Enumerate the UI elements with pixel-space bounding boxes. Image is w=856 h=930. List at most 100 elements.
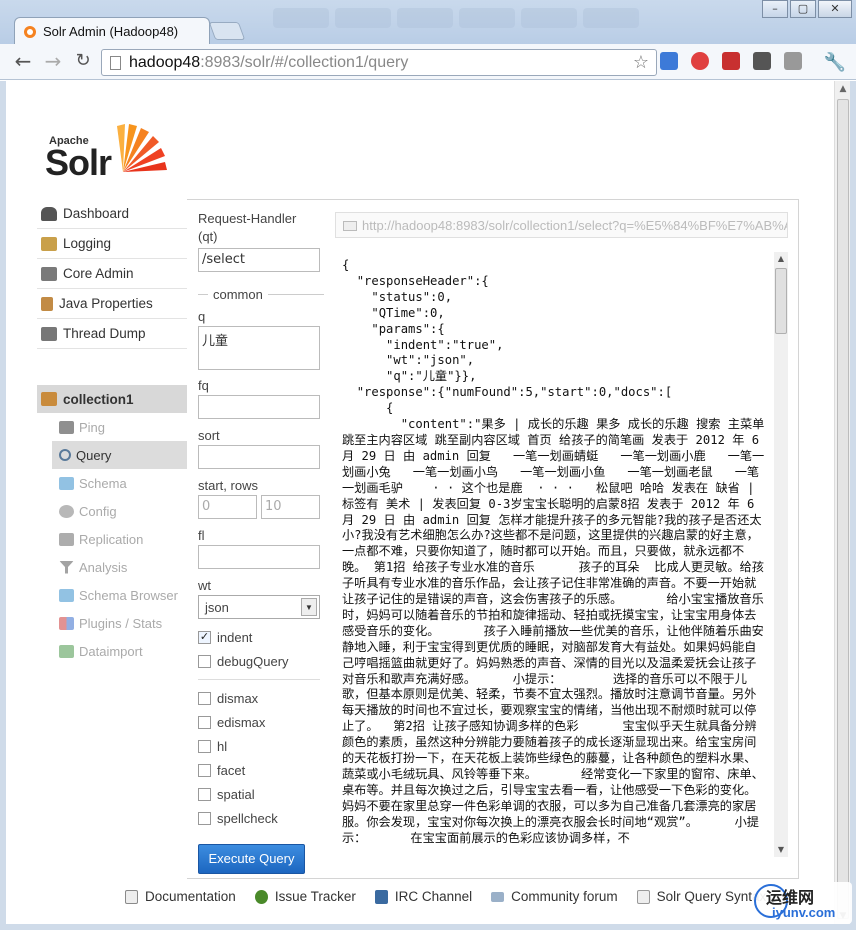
- vim-extension-icon[interactable]: [784, 52, 802, 70]
- debugquery-checkbox[interactable]: [198, 654, 211, 668]
- response-scroll-thumb[interactable]: [775, 268, 787, 334]
- bookmark-star-icon[interactable]: ☆: [633, 52, 649, 73]
- browser-toolbar: ← → ↻ hadoop48:8983/solr/#/collection1/q…: [0, 44, 856, 80]
- page-scrollbar[interactable]: ▲ ▼: [834, 81, 850, 924]
- solr-sunburst-icon: [117, 124, 167, 172]
- core-item-analysis[interactable]: Analysis: [52, 553, 187, 581]
- response-scrollbar[interactable]: ▲ ▼: [774, 252, 788, 857]
- spellcheck-option[interactable]: spellcheck: [198, 806, 324, 830]
- core-item-plugins-stats[interactable]: Plugins / Stats: [52, 609, 187, 637]
- core-item-config[interactable]: Config: [52, 497, 187, 525]
- start-rows-label: start, rows: [198, 478, 258, 493]
- qt-input[interactable]: /select: [198, 248, 320, 272]
- pdf-extension-icon[interactable]: [722, 52, 740, 70]
- execute-query-button[interactable]: Execute Query: [198, 844, 305, 874]
- bug-icon: [254, 889, 268, 904]
- core-selector[interactable]: collection1: [37, 385, 187, 413]
- core-item-label: Analysis: [79, 559, 128, 575]
- sidebar-item-thread-dump[interactable]: Thread Dump: [37, 319, 187, 349]
- edismax-option[interactable]: edismax: [198, 710, 324, 734]
- footer-link-community-forum[interactable]: Community forum: [491, 889, 618, 904]
- solr-logo[interactable]: Apache Solr: [43, 118, 173, 183]
- core-item-schema[interactable]: Schema: [52, 469, 187, 497]
- core-item-label: Schema: [79, 475, 127, 491]
- scroll-down-arrow-icon[interactable]: ▼: [774, 843, 788, 857]
- rows-input[interactable]: 10: [261, 495, 320, 519]
- sidebar-item-core-admin[interactable]: Core Admin: [37, 259, 187, 289]
- core-item-label: Plugins / Stats: [79, 615, 163, 631]
- page-scroll-thumb[interactable]: [837, 99, 849, 919]
- hl-option[interactable]: hl: [198, 734, 324, 758]
- back-arrow-icon[interactable]: ←: [12, 51, 34, 73]
- evernote-icon[interactable]: [753, 52, 771, 70]
- facet-label: facet: [217, 762, 246, 778]
- dismax-checkbox[interactable]: [198, 691, 211, 705]
- minimize-button[interactable]: –: [762, 0, 788, 18]
- translate-icon[interactable]: [660, 52, 678, 70]
- hl-checkbox[interactable]: [198, 739, 211, 753]
- red-extension-icon[interactable]: [691, 52, 709, 70]
- wrench-menu-icon[interactable]: 🔧: [824, 52, 846, 73]
- tab-title: Solr Admin (Hadoop48): [43, 24, 179, 39]
- maximize-button[interactable]: ▢: [790, 0, 816, 18]
- window-frame-bottom: [0, 924, 856, 930]
- core-item-query[interactable]: Query: [52, 441, 187, 469]
- footer-link-irc-channel[interactable]: IRC Channel: [374, 889, 472, 904]
- browser-tab[interactable]: Solr Admin (Hadoop48): [14, 17, 210, 45]
- schema-icon: [59, 476, 74, 490]
- reload-icon[interactable]: ↻: [72, 51, 94, 73]
- dismax-option[interactable]: dismax: [198, 686, 324, 710]
- sort-input[interactable]: [198, 445, 320, 469]
- dropdown-arrow-icon[interactable]: ▼: [301, 598, 317, 616]
- core-item-label: Query: [76, 447, 112, 463]
- q-textarea[interactable]: 儿童: [198, 326, 320, 370]
- core-item-label: Dataimport: [79, 643, 143, 659]
- core-item-replication[interactable]: Replication: [52, 525, 187, 553]
- indent-checkbox[interactable]: ✓: [198, 630, 211, 644]
- spellcheck-checkbox[interactable]: [198, 811, 211, 825]
- irc-icon: [374, 889, 388, 904]
- browser-tab-strip: Solr Admin (Hadoop48) – ▢ ✕: [0, 0, 856, 45]
- sidebar-item-label: Java Properties: [59, 296, 153, 311]
- footer-link-documentation[interactable]: Documentation: [125, 889, 236, 904]
- logo-solr-text: Solr: [45, 142, 112, 183]
- core-item-schema-browser[interactable]: Schema Browser: [52, 581, 187, 609]
- new-tab-button[interactable]: [208, 22, 246, 40]
- edismax-checkbox[interactable]: [198, 715, 211, 729]
- page-icon: [110, 56, 121, 70]
- core-item-ping[interactable]: Ping: [52, 413, 187, 441]
- scroll-up-arrow-icon[interactable]: ▲: [774, 252, 788, 266]
- wt-select[interactable]: json ▼: [198, 595, 320, 619]
- forward-arrow-icon[interactable]: →: [42, 51, 64, 73]
- close-window-button[interactable]: ✕: [818, 0, 852, 18]
- core-item-label: Config: [79, 503, 117, 519]
- query-icon: [59, 449, 71, 461]
- footer-link-query-syntax[interactable]: Solr Query Syntax: [636, 889, 766, 904]
- documentation-icon: [125, 889, 138, 904]
- sidebar-item-logging[interactable]: Logging: [37, 229, 187, 259]
- sidebar-item-dashboard[interactable]: Dashboard: [37, 199, 187, 229]
- request-url-text: http://hadoop48:8983/solr/collection1/se…: [362, 218, 787, 233]
- spatial-checkbox[interactable]: [198, 787, 211, 801]
- start-input[interactable]: 0: [198, 495, 257, 519]
- common-legend-text: common: [213, 286, 263, 302]
- syntax-icon: [636, 889, 650, 904]
- debug-option[interactable]: debugQuery: [198, 649, 324, 673]
- sidebar-item-java-properties[interactable]: Java Properties: [37, 289, 187, 319]
- indent-option[interactable]: ✓ indent: [198, 625, 324, 649]
- core-item-dataimport[interactable]: Dataimport: [52, 637, 187, 665]
- footer-link-issue-tracker[interactable]: Issue Tracker: [254, 889, 356, 904]
- background-tabs: [270, 4, 730, 34]
- spatial-option[interactable]: spatial: [198, 782, 324, 806]
- facet-option[interactable]: facet: [198, 758, 324, 782]
- address-bar[interactable]: hadoop48:8983/solr/#/collection1/query ☆: [101, 49, 657, 76]
- scroll-up-arrow-icon[interactable]: ▲: [835, 81, 851, 97]
- fq-input[interactable]: [198, 395, 320, 419]
- core-item-label: Ping: [79, 419, 106, 435]
- fl-input[interactable]: [198, 545, 320, 569]
- request-url-link[interactable]: http://hadoop48:8983/solr/collection1/se…: [335, 212, 788, 238]
- footer-link-label: Community forum: [511, 889, 618, 904]
- spatial-label: spatial: [217, 786, 255, 802]
- facet-checkbox[interactable]: [198, 763, 211, 777]
- hl-label: hl: [217, 738, 228, 754]
